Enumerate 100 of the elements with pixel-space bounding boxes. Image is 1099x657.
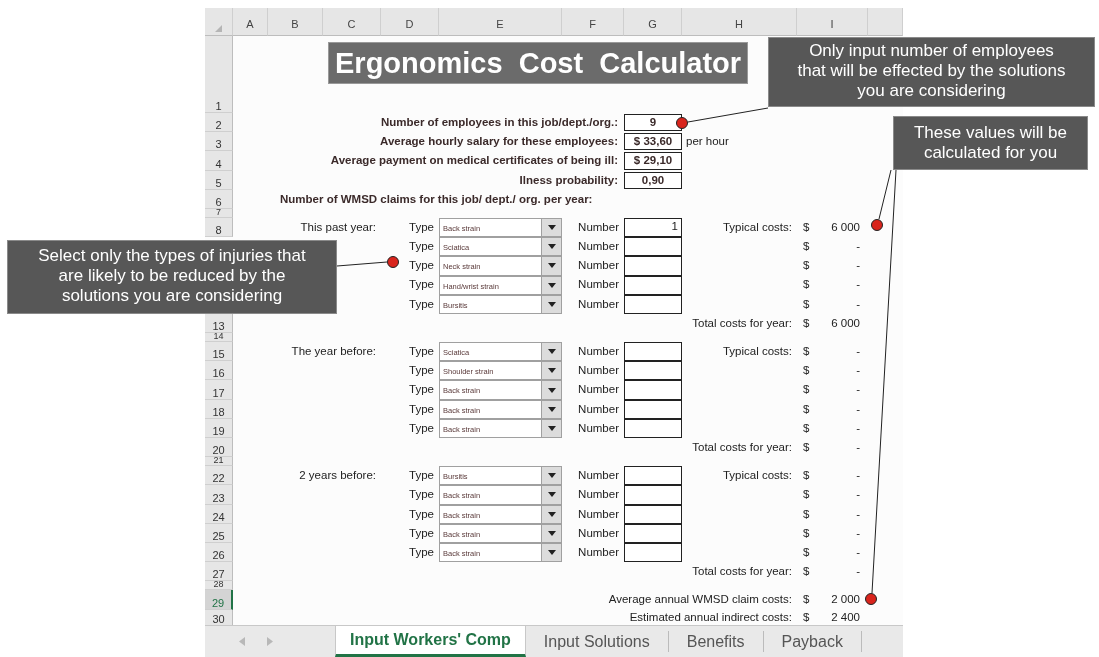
column-header[interactable]: G	[624, 8, 682, 36]
column-header[interactable]: A	[233, 8, 268, 36]
row-header[interactable]: 8	[205, 217, 233, 238]
row-header[interactable]: 3	[205, 132, 233, 152]
cost-value: -	[856, 277, 860, 293]
number-field[interactable]	[624, 237, 682, 257]
row-header[interactable]: 23	[205, 485, 233, 505]
column-header[interactable]: E	[439, 8, 562, 36]
field-label: Average payment on medical certificates of being ill:	[329, 153, 619, 169]
row-header[interactable]: 2	[205, 113, 233, 133]
number-field[interactable]	[624, 342, 682, 362]
number-field[interactable]	[624, 504, 682, 524]
row-header[interactable]: 5	[205, 170, 233, 190]
input-cell[interactable]: $ 29,10	[624, 152, 682, 170]
row-header[interactable]: 18	[205, 399, 233, 419]
cost-value: -	[856, 363, 860, 379]
input-cell[interactable]: 0,90	[624, 171, 682, 189]
caret-icon	[547, 530, 556, 536]
number-label: Number	[577, 219, 620, 235]
caret-icon	[547, 473, 556, 479]
number-field[interactable]	[624, 466, 682, 486]
column-header[interactable]: F	[562, 8, 624, 36]
cost-value: -	[856, 401, 860, 417]
currency-sign: $	[803, 564, 810, 580]
row-header[interactable]: 13	[205, 313, 233, 334]
column-header[interactable]: B	[268, 8, 323, 36]
row-header[interactable]: 17	[205, 380, 233, 400]
cost-label: Typical costs:	[721, 468, 793, 484]
number-field[interactable]	[624, 294, 682, 314]
number-label: Number	[577, 258, 620, 274]
cost-value: -	[856, 468, 860, 484]
sheet-tab[interactable]: Input Workers' Comp	[335, 626, 526, 657]
row-header[interactable]: 25	[205, 523, 233, 543]
row-header[interactable]: 15	[205, 342, 233, 362]
summary-value: 2 400	[831, 609, 860, 625]
sheet-tab[interactable]: Input Solutions	[525, 631, 669, 652]
type-label: Type	[409, 506, 435, 522]
number-field[interactable]: 1	[624, 217, 682, 238]
type-label: Type	[409, 258, 435, 274]
row-header[interactable]: 16	[205, 361, 233, 381]
row-header[interactable]: 29	[205, 590, 233, 610]
column-header[interactable]: I	[797, 8, 868, 36]
cost-value: -	[856, 420, 860, 436]
type-label: Type	[409, 296, 435, 312]
row-header[interactable]: 19	[205, 418, 233, 438]
type-label: Type	[409, 525, 435, 541]
number-field[interactable]	[624, 399, 682, 419]
number-label: Number	[577, 277, 620, 293]
cost-label: Typical costs:	[721, 344, 793, 360]
number-label: Number	[577, 401, 620, 417]
number-field[interactable]	[624, 542, 682, 563]
row-header[interactable]: 1	[205, 36, 233, 113]
currency-sign: $	[803, 382, 810, 398]
row-header[interactable]: 24	[205, 504, 233, 524]
caret-icon	[547, 244, 556, 250]
column-header[interactable]: H	[682, 8, 797, 36]
type-label: Type	[409, 382, 435, 398]
marker-dot	[871, 219, 883, 231]
currency-sign: $	[803, 277, 810, 293]
total-label: Total costs for year:	[691, 564, 793, 580]
number-field[interactable]	[624, 523, 682, 543]
sheet-tab[interactable]: Benefits	[668, 631, 764, 652]
marker-dot	[676, 117, 688, 129]
number-label: Number	[577, 420, 620, 436]
number-field[interactable]	[624, 256, 682, 276]
currency-sign: $	[803, 363, 810, 379]
number-field[interactable]	[624, 485, 682, 505]
row-header[interactable]: 6	[205, 189, 233, 209]
row-header[interactable]: 7	[205, 208, 233, 218]
column-header[interactable]: D	[381, 8, 439, 36]
currency-sign: $	[803, 506, 810, 522]
number-label: Number	[577, 363, 620, 379]
cost-value: -	[856, 525, 860, 541]
sheet-tab[interactable]: Payback	[763, 631, 862, 652]
number-field[interactable]	[624, 275, 682, 295]
row-header[interactable]: 4	[205, 151, 233, 171]
currency-sign: $	[803, 439, 810, 455]
currency-sign: $	[803, 468, 810, 484]
callout-note: Only input number of employees that will be effected by the solutions you are considering	[768, 37, 1095, 107]
number-label: Number	[577, 296, 620, 312]
number-label: Number	[577, 344, 620, 360]
row-header[interactable]: 22	[205, 466, 233, 486]
number-field[interactable]	[624, 361, 682, 381]
row-header[interactable]: 27	[205, 562, 233, 582]
input-cell[interactable]: 9	[624, 114, 682, 132]
number-field[interactable]	[624, 380, 682, 400]
input-cell[interactable]: $ 33,60	[624, 133, 682, 151]
year-label: 2 years before:	[298, 468, 377, 484]
number-field[interactable]	[624, 418, 682, 438]
row-header[interactable]: 26	[205, 542, 233, 563]
field-label: Number of employees in this job/dept./org.:	[379, 114, 619, 130]
type-label: Type	[409, 544, 435, 560]
number-label: Number	[577, 525, 620, 541]
total-value: 6 000	[831, 315, 860, 331]
summary-label: Estimated annual indirect costs:	[628, 609, 793, 625]
callout-note: Select only the types of injuries that are likely to be reduced by the solutions you are considering	[7, 240, 337, 314]
column-header[interactable]: C	[323, 8, 381, 36]
currency-sign: $	[803, 315, 810, 331]
number-label: Number	[577, 506, 620, 522]
row-header[interactable]: 20	[205, 438, 233, 458]
